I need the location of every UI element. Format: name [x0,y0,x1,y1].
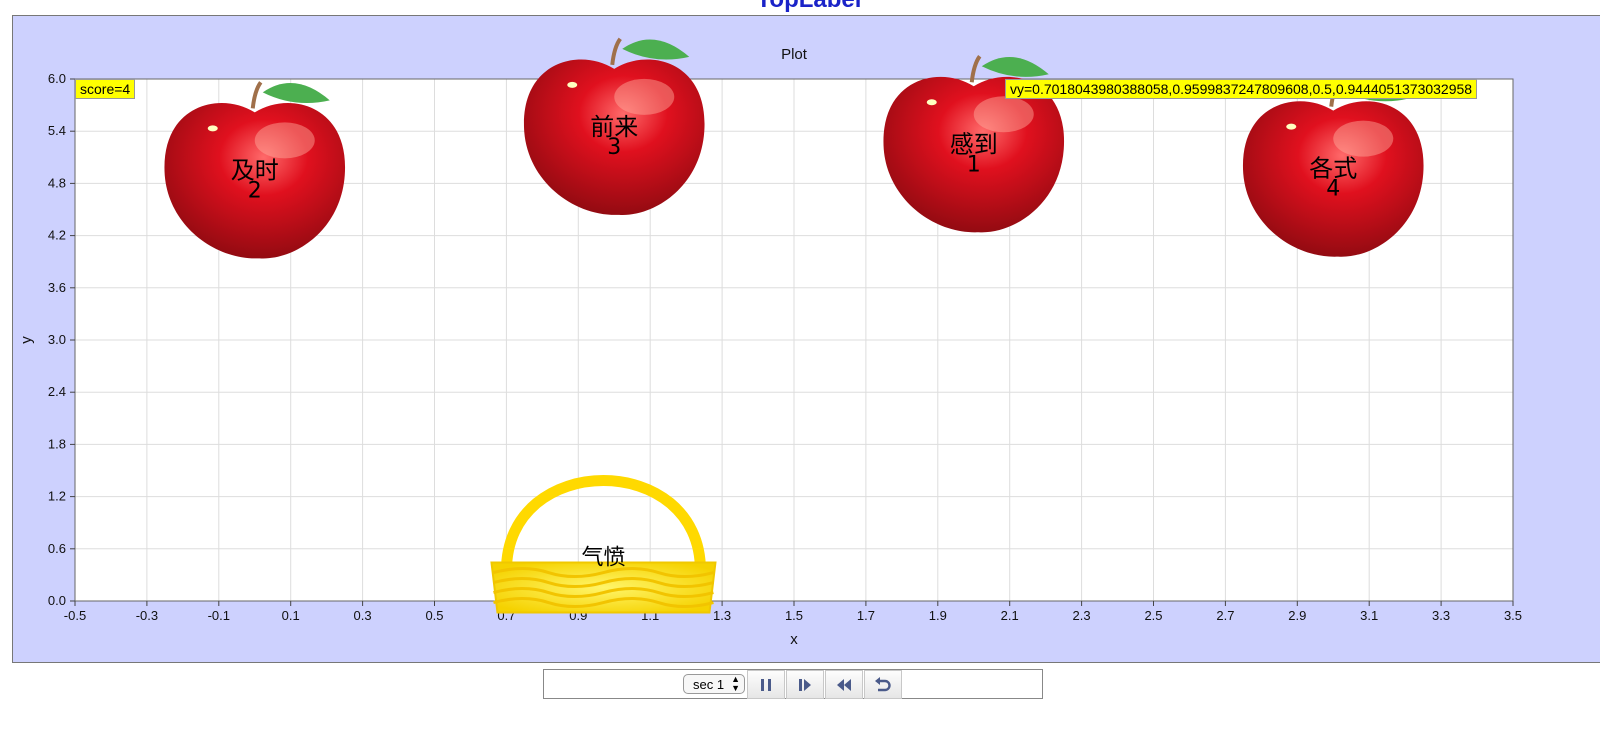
apple-leaf [622,39,690,60]
window-title: TopLabel [0,0,1600,14]
x-axis-ticks: -0.5 -0.3 -0.1 0.1 0.3 0.5 0.7 0.9 1.1 1.3 1.5 1.7 1… [64,601,1522,623]
y-tick-label: 1.8 [48,436,66,451]
x-tick-label: 1.7 [857,608,875,623]
rewind-icon [837,678,851,691]
x-tick-label: 2.3 [1073,608,1091,623]
apple-stem [610,37,622,66]
x-tick-label: 2.9 [1288,608,1306,623]
plot-title: Plot [781,46,808,63]
x-tick-label: 3.3 [1432,608,1450,623]
rewind-button[interactable] [825,670,863,699]
y-tick-label: 4.2 [48,228,66,243]
pause-icon [761,678,771,691]
apple-shine [926,99,937,106]
select-arrows-icon: ▲ ▼ [731,674,740,693]
y-tick-label: 3.0 [48,332,66,347]
apple-highlight [254,122,315,159]
x-tick-label: 0.1 [282,608,300,623]
x-tick-label: -0.5 [64,608,86,623]
apple-shine [1286,123,1297,130]
score-readout: score=4 [75,79,136,99]
pause-button[interactable] [747,670,785,699]
plot-canvas[interactable]: -0.5 -0.3 -0.1 0.1 0.3 0.5 0.7 0.9 1.1 1.3 1.5 1.7 1… [13,16,1600,664]
y-tick-label: 0.6 [48,541,66,556]
x-tick-label: 0.5 [425,608,443,623]
x-tick-label: 2.5 [1144,608,1162,623]
basket-word: 气愤 [581,546,625,571]
section-select-value: sec 1 [693,677,725,692]
y-tick-label: 6.0 [48,71,66,86]
y-axis-title: y [18,336,35,344]
apple-number: 3 [607,135,621,160]
y-axis-ticks: 0.0 0.6 1.2 1.8 2.4 3.0 3.6 4.2 4.8 5.4 6.0 [48,71,75,608]
x-tick-label: 2.7 [1216,608,1234,623]
y-tick-label: 0.0 [48,593,66,608]
section-select[interactable]: sec 1 ▲ ▼ [683,674,745,694]
apple-highlight [1333,120,1394,157]
y-tick-label: 2.4 [48,384,66,399]
step-forward-button[interactable] [786,670,824,699]
reset-icon [875,676,891,691]
apple-highlight [973,96,1034,133]
apple-number: 1 [967,152,981,177]
vy-readout: vy=0.7018043980388058,0.9599837247809608… [1005,79,1478,99]
x-tick-label: 1.3 [713,608,731,623]
apple-leaf [981,56,1049,77]
playback-control-bar: sec 1 ▲ ▼ [543,669,1043,699]
plot-panel: -0.5 -0.3 -0.1 0.1 0.3 0.5 0.7 0.9 1.1 1.3 1.5 1.7 1… [12,15,1600,663]
apple-highlight [614,78,675,115]
x-tick-label: 3.5 [1504,608,1522,623]
x-tick-label: 2.1 [1001,608,1019,623]
step-forward-icon [799,678,811,691]
x-axis-title: x [790,631,798,648]
y-tick-label: 3.6 [48,280,66,295]
apple-number: 4 [1326,177,1340,202]
x-tick-label: 3.1 [1360,608,1378,623]
x-tick-label: 0.3 [354,608,372,623]
apple-stem [969,55,982,83]
reset-button[interactable] [864,670,902,699]
apple-shine [207,125,218,132]
y-tick-label: 5.4 [48,123,66,138]
x-tick-label: -0.1 [208,608,230,623]
apple-shine [567,81,578,88]
x-tick-label: 1.9 [929,608,947,623]
y-tick-label: 1.2 [48,489,66,504]
apple-number: 2 [248,178,262,203]
x-tick-label: 1.5 [785,608,803,623]
y-tick-label: 4.8 [48,175,66,190]
x-tick-label: -0.3 [136,608,158,623]
